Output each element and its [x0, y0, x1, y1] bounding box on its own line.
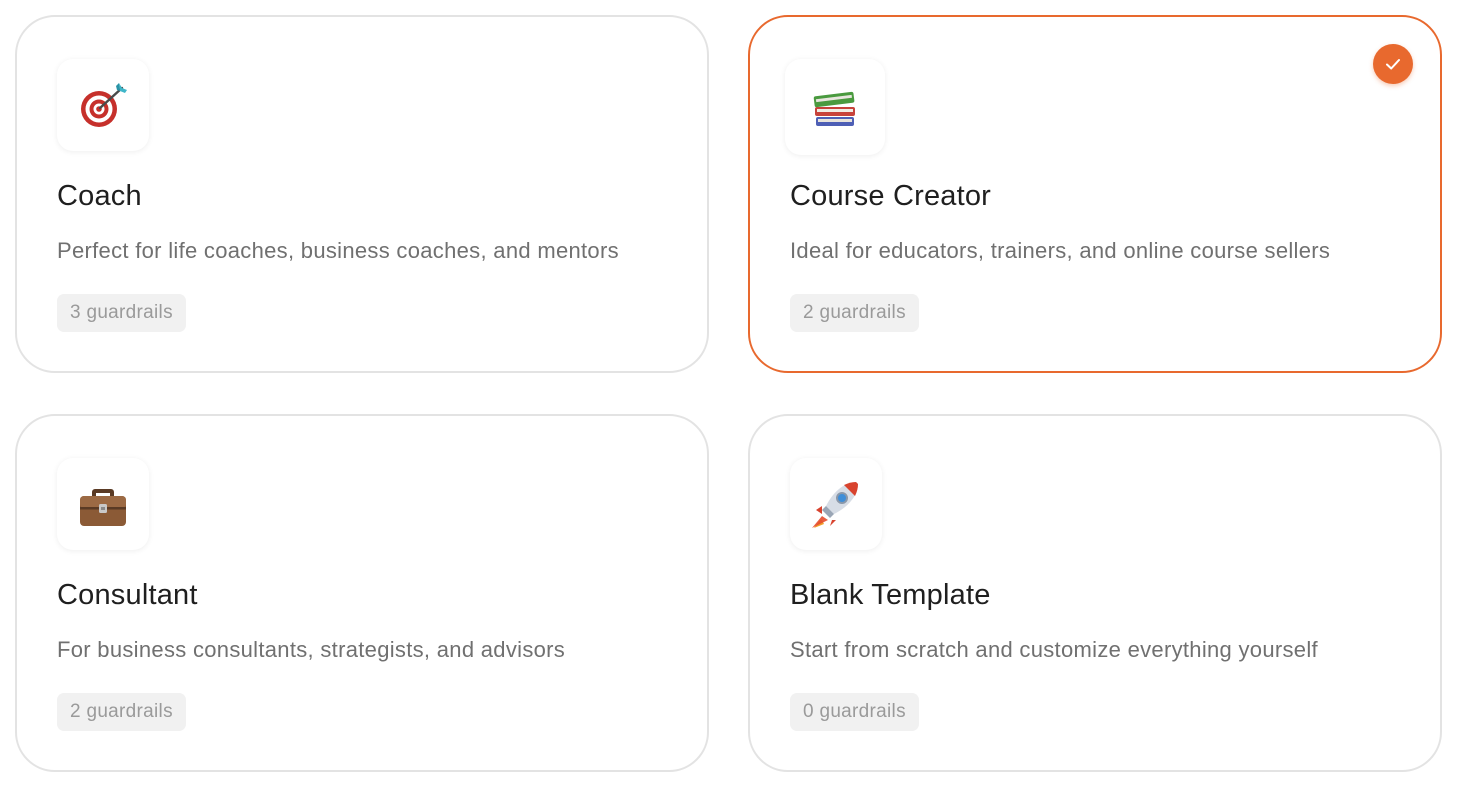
guardrails-badge: 3 guardrails: [57, 294, 186, 332]
rocket-icon: [790, 458, 882, 550]
template-card-consultant[interactable]: Consultant For business consultants, str…: [15, 414, 709, 772]
guardrails-badge: 2 guardrails: [790, 294, 919, 332]
template-card-course-creator[interactable]: Course Creator Ideal for educators, trai…: [748, 15, 1442, 373]
template-card-coach[interactable]: Coach Perfect for life coaches, business…: [15, 15, 709, 373]
card-title: Blank Template: [790, 579, 991, 611]
guardrails-badge: 2 guardrails: [57, 693, 186, 731]
card-description: Perfect for life coaches, business coach…: [57, 238, 619, 263]
template-card-blank[interactable]: Blank Template Start from scratch and cu…: [748, 414, 1442, 772]
guardrails-badge: 0 guardrails: [790, 693, 919, 731]
card-title: Coach: [57, 180, 142, 212]
template-grid: Coach Perfect for life coaches, business…: [15, 15, 1442, 772]
books-icon: [785, 59, 885, 155]
briefcase-icon: [57, 458, 149, 550]
card-description: For business consultants, strategists, a…: [57, 637, 566, 662]
card-description: Start from scratch and customize everyth…: [790, 637, 1318, 662]
card-title: Consultant: [57, 579, 198, 611]
card-title: Course Creator: [790, 180, 992, 212]
selected-check-icon: [1373, 44, 1413, 84]
target-icon: [57, 59, 149, 151]
card-description: Ideal for educators, trainers, and onlin…: [790, 238, 1331, 263]
